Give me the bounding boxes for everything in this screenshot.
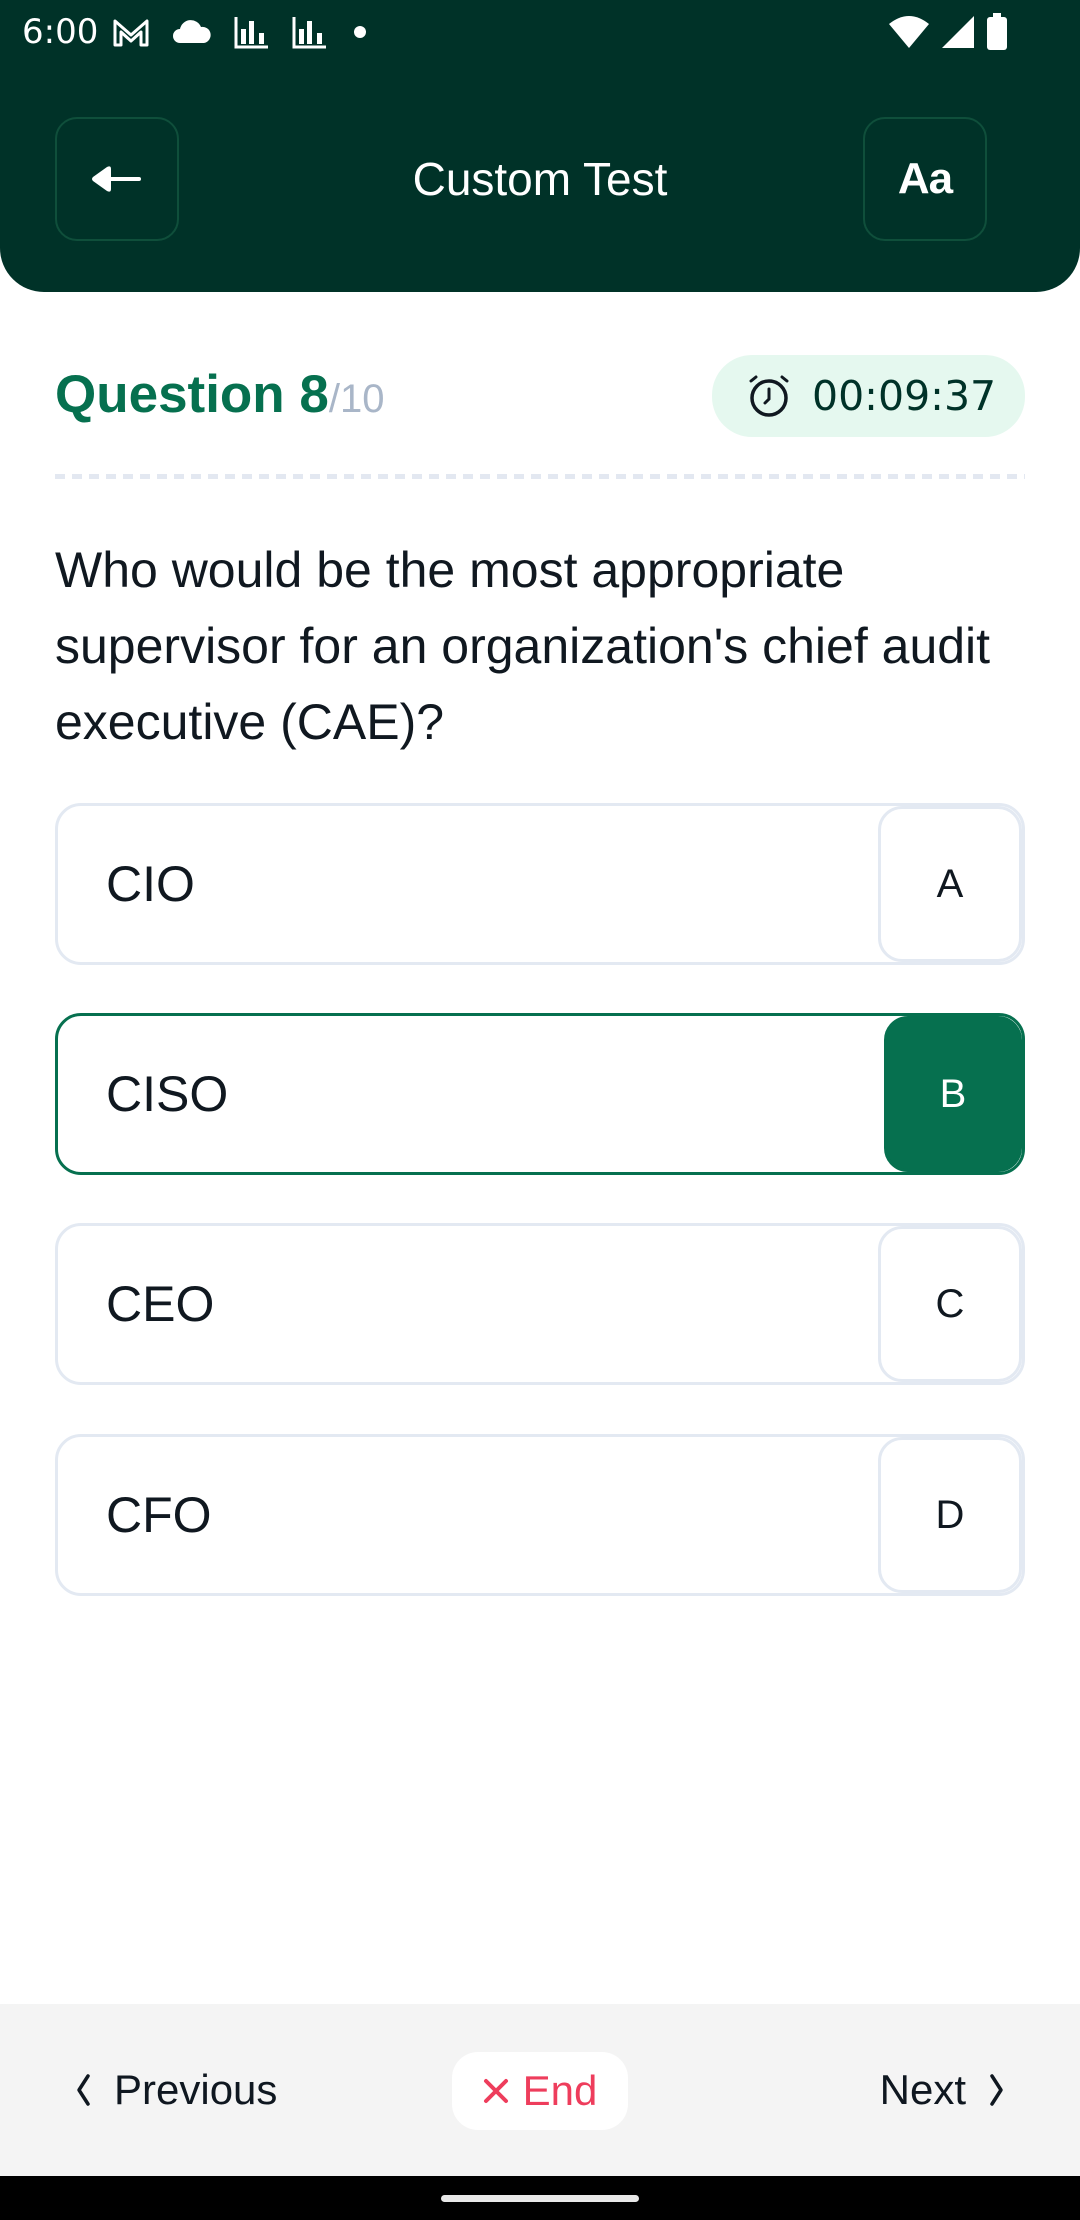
alarm-clock-icon <box>749 375 789 417</box>
app-header: 6:00 Custom Test Aa <box>0 0 1080 292</box>
bottom-navigation: Previous End Next <box>0 2004 1080 2176</box>
stats-icon <box>292 17 326 49</box>
option-text: CEO <box>106 1276 215 1332</box>
close-icon <box>483 2079 508 2103</box>
option-text: CISO <box>106 1066 229 1122</box>
option-text: CIO <box>106 856 195 912</box>
next-button[interactable]: Next <box>880 2004 1006 2176</box>
font-size-button[interactable]: Aa <box>863 117 987 241</box>
wifi-icon <box>889 16 929 48</box>
gmail-icon <box>113 19 149 47</box>
status-bar: 6:00 <box>0 0 1080 66</box>
option-letter: D <box>878 1437 1022 1593</box>
option-letter: A <box>878 806 1022 962</box>
end-label: End <box>522 2067 598 2114</box>
system-icons <box>888 13 1008 50</box>
option-letter: C <box>878 1226 1022 1382</box>
question-text: Who would be the most appropriate superv… <box>55 542 991 750</box>
option-d[interactable]: CFO D <box>55 1434 1025 1596</box>
timer-badge: 00:09:37 <box>712 355 1025 437</box>
battery-icon <box>987 13 1007 50</box>
option-a[interactable]: CIO A <box>55 803 1025 965</box>
chevron-left-icon <box>77 2074 90 2106</box>
timer-value: 00:09:37 <box>812 372 997 420</box>
question-number: Question 8 <box>55 365 329 424</box>
cloud-icon <box>173 20 211 43</box>
option-text: CFO <box>106 1487 212 1543</box>
option-b[interactable]: CISO B <box>55 1013 1025 1175</box>
option-letter: B <box>884 1016 1022 1172</box>
status-time: 6:00 <box>22 12 99 52</box>
chevron-right-icon <box>990 2074 1003 2106</box>
next-label: Next <box>879 2066 966 2113</box>
end-button[interactable]: End <box>452 2052 628 2130</box>
question-counter: Question 8/10 <box>55 364 385 425</box>
notification-icons <box>112 14 370 50</box>
system-navigation-bar <box>0 2176 1080 2220</box>
dashed-divider <box>55 474 1025 479</box>
stats-icon <box>234 17 268 49</box>
option-c[interactable]: CEO C <box>55 1223 1025 1385</box>
signal-icon <box>942 16 974 48</box>
font-size-icon: Aa <box>897 154 953 203</box>
previous-button[interactable]: Previous <box>74 2004 277 2176</box>
dot-icon <box>354 26 366 38</box>
home-indicator[interactable] <box>441 2195 639 2202</box>
question-total: /10 <box>328 377 385 421</box>
previous-label: Previous <box>114 2066 278 2113</box>
